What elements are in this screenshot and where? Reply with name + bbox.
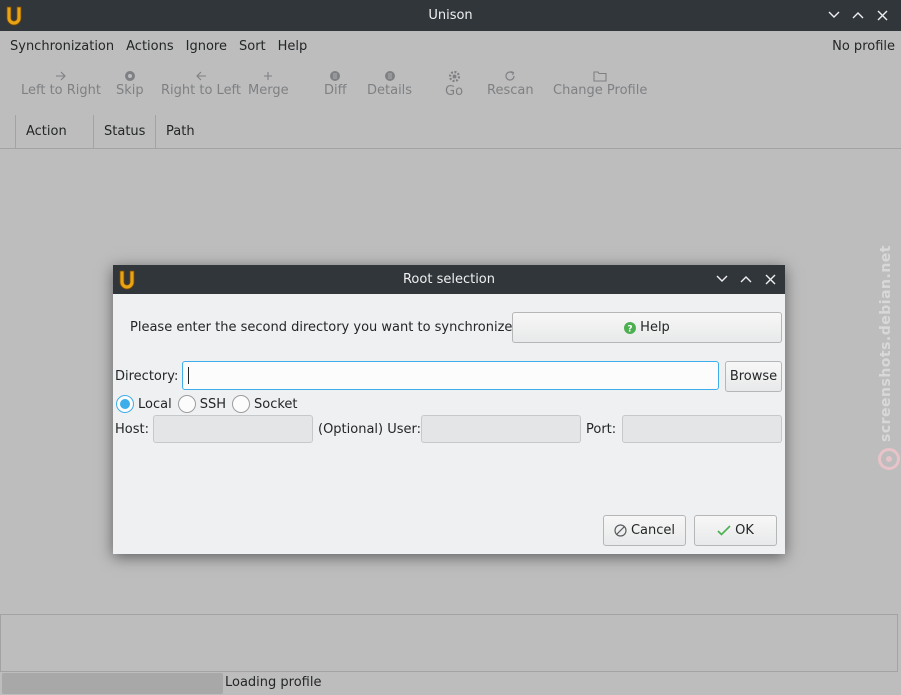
help-icon: ? xyxy=(624,321,637,334)
directory-label: Directory: xyxy=(115,369,179,384)
details-pane xyxy=(0,614,898,672)
column-header-action[interactable]: Action xyxy=(15,115,93,149)
dialog-titlebar: Root selection xyxy=(113,265,785,294)
column-headers: Action Status Path xyxy=(0,115,901,149)
change-profile-button[interactable]: Change Profile xyxy=(553,67,647,98)
directory-input[interactable] xyxy=(182,361,719,390)
skip-icon xyxy=(124,71,135,81)
ok-label: OK xyxy=(735,523,754,538)
refresh-icon xyxy=(505,70,515,81)
watermark-text: screenshots.debian.net xyxy=(878,245,894,442)
details-icon xyxy=(384,71,395,81)
diff-button[interactable]: Diff xyxy=(324,67,347,98)
radio-local[interactable] xyxy=(116,395,134,413)
radio-socket-label[interactable]: Socket xyxy=(254,397,298,412)
column-header-status[interactable]: Status xyxy=(93,115,155,149)
arrow-right-icon xyxy=(56,71,66,81)
left-to-right-button[interactable]: Left to Right xyxy=(21,67,101,98)
merge-label: Merge xyxy=(248,83,289,98)
dialog-prompt: Please enter the second directory you wa… xyxy=(130,320,517,335)
radio-local-label[interactable]: Local xyxy=(138,397,172,412)
cancel-label: Cancel xyxy=(630,523,676,538)
ok-button[interactable]: OK xyxy=(694,515,777,546)
go-button[interactable]: Go xyxy=(445,67,463,99)
go-label: Go xyxy=(445,84,464,99)
statusbar: Loading profile xyxy=(0,672,901,695)
svg-text:?: ? xyxy=(628,324,633,334)
plus-icon xyxy=(264,72,273,80)
dialog-maximize-icon[interactable] xyxy=(737,270,755,288)
menu-synchronization[interactable]: Synchronization xyxy=(4,39,120,54)
cancel-icon xyxy=(614,524,627,537)
port-label: Port: xyxy=(586,422,617,437)
close-icon[interactable] xyxy=(873,6,891,24)
details-button[interactable]: Details xyxy=(367,67,412,98)
merge-button[interactable]: Merge xyxy=(248,67,289,98)
arrow-left-icon xyxy=(196,71,206,81)
watermark: screenshots.debian.net xyxy=(878,232,900,472)
toolbar: Left to Right Skip Right to Left Merge D… xyxy=(0,67,901,109)
right-to-left-button[interactable]: Right to Left xyxy=(161,67,241,98)
progress-bar xyxy=(2,673,223,694)
check-icon xyxy=(717,525,731,536)
details-label: Details xyxy=(367,83,413,98)
menu-ignore[interactable]: Ignore xyxy=(180,39,233,54)
left-to-right-label: Left to Right xyxy=(21,83,102,98)
window-titlebar: Unison xyxy=(0,0,901,31)
debian-logo-icon xyxy=(878,448,900,470)
rescan-button[interactable]: Rescan xyxy=(487,67,534,98)
radio-ssh-label[interactable]: SSH xyxy=(200,397,226,412)
column-header-path[interactable]: Path xyxy=(155,115,901,149)
right-to-left-label: Right to Left xyxy=(161,83,242,98)
window-title: Unison xyxy=(428,8,473,23)
radio-socket[interactable] xyxy=(231,395,250,413)
dialog-close-icon[interactable] xyxy=(761,270,779,288)
dialog-title: Root selection xyxy=(402,272,495,287)
menubar: Synchronization Actions Ignore Sort Help xyxy=(0,31,901,61)
menu-actions[interactable]: Actions xyxy=(120,39,180,54)
user-field[interactable] xyxy=(421,415,581,443)
text-caret xyxy=(188,367,189,384)
user-label: (Optional) User: xyxy=(318,422,422,437)
diff-icon xyxy=(330,71,341,81)
root-selection-dialog: Root selection Please enter the second d… xyxy=(113,265,785,554)
profile-label: No profile xyxy=(832,39,895,54)
dialog-minimize-icon[interactable] xyxy=(713,270,731,288)
help-button[interactable]: ? Help xyxy=(512,312,782,343)
change-profile-label: Change Profile xyxy=(553,83,648,98)
cancel-button[interactable]: Cancel xyxy=(603,515,686,546)
menu-help[interactable]: Help xyxy=(272,39,314,54)
browse-button[interactable]: Browse xyxy=(725,361,782,392)
menu-sort[interactable]: Sort xyxy=(233,39,272,54)
minimize-icon[interactable] xyxy=(825,6,843,24)
host-field[interactable] xyxy=(153,415,313,443)
host-label: Host: xyxy=(115,422,149,437)
browse-label: Browse xyxy=(729,369,778,384)
port-field[interactable] xyxy=(622,415,782,443)
status-text: Loading profile xyxy=(225,675,322,690)
skip-button[interactable]: Skip xyxy=(116,67,144,98)
maximize-icon[interactable] xyxy=(849,6,867,24)
diff-label: Diff xyxy=(324,83,347,98)
help-label: Help xyxy=(640,320,670,335)
connection-type-group: Local SSH Socket xyxy=(116,394,304,414)
radio-ssh[interactable] xyxy=(177,395,196,413)
gear-icon xyxy=(448,70,460,83)
skip-label: Skip xyxy=(116,83,144,98)
rescan-label: Rescan xyxy=(487,83,534,98)
folder-icon xyxy=(593,71,607,82)
